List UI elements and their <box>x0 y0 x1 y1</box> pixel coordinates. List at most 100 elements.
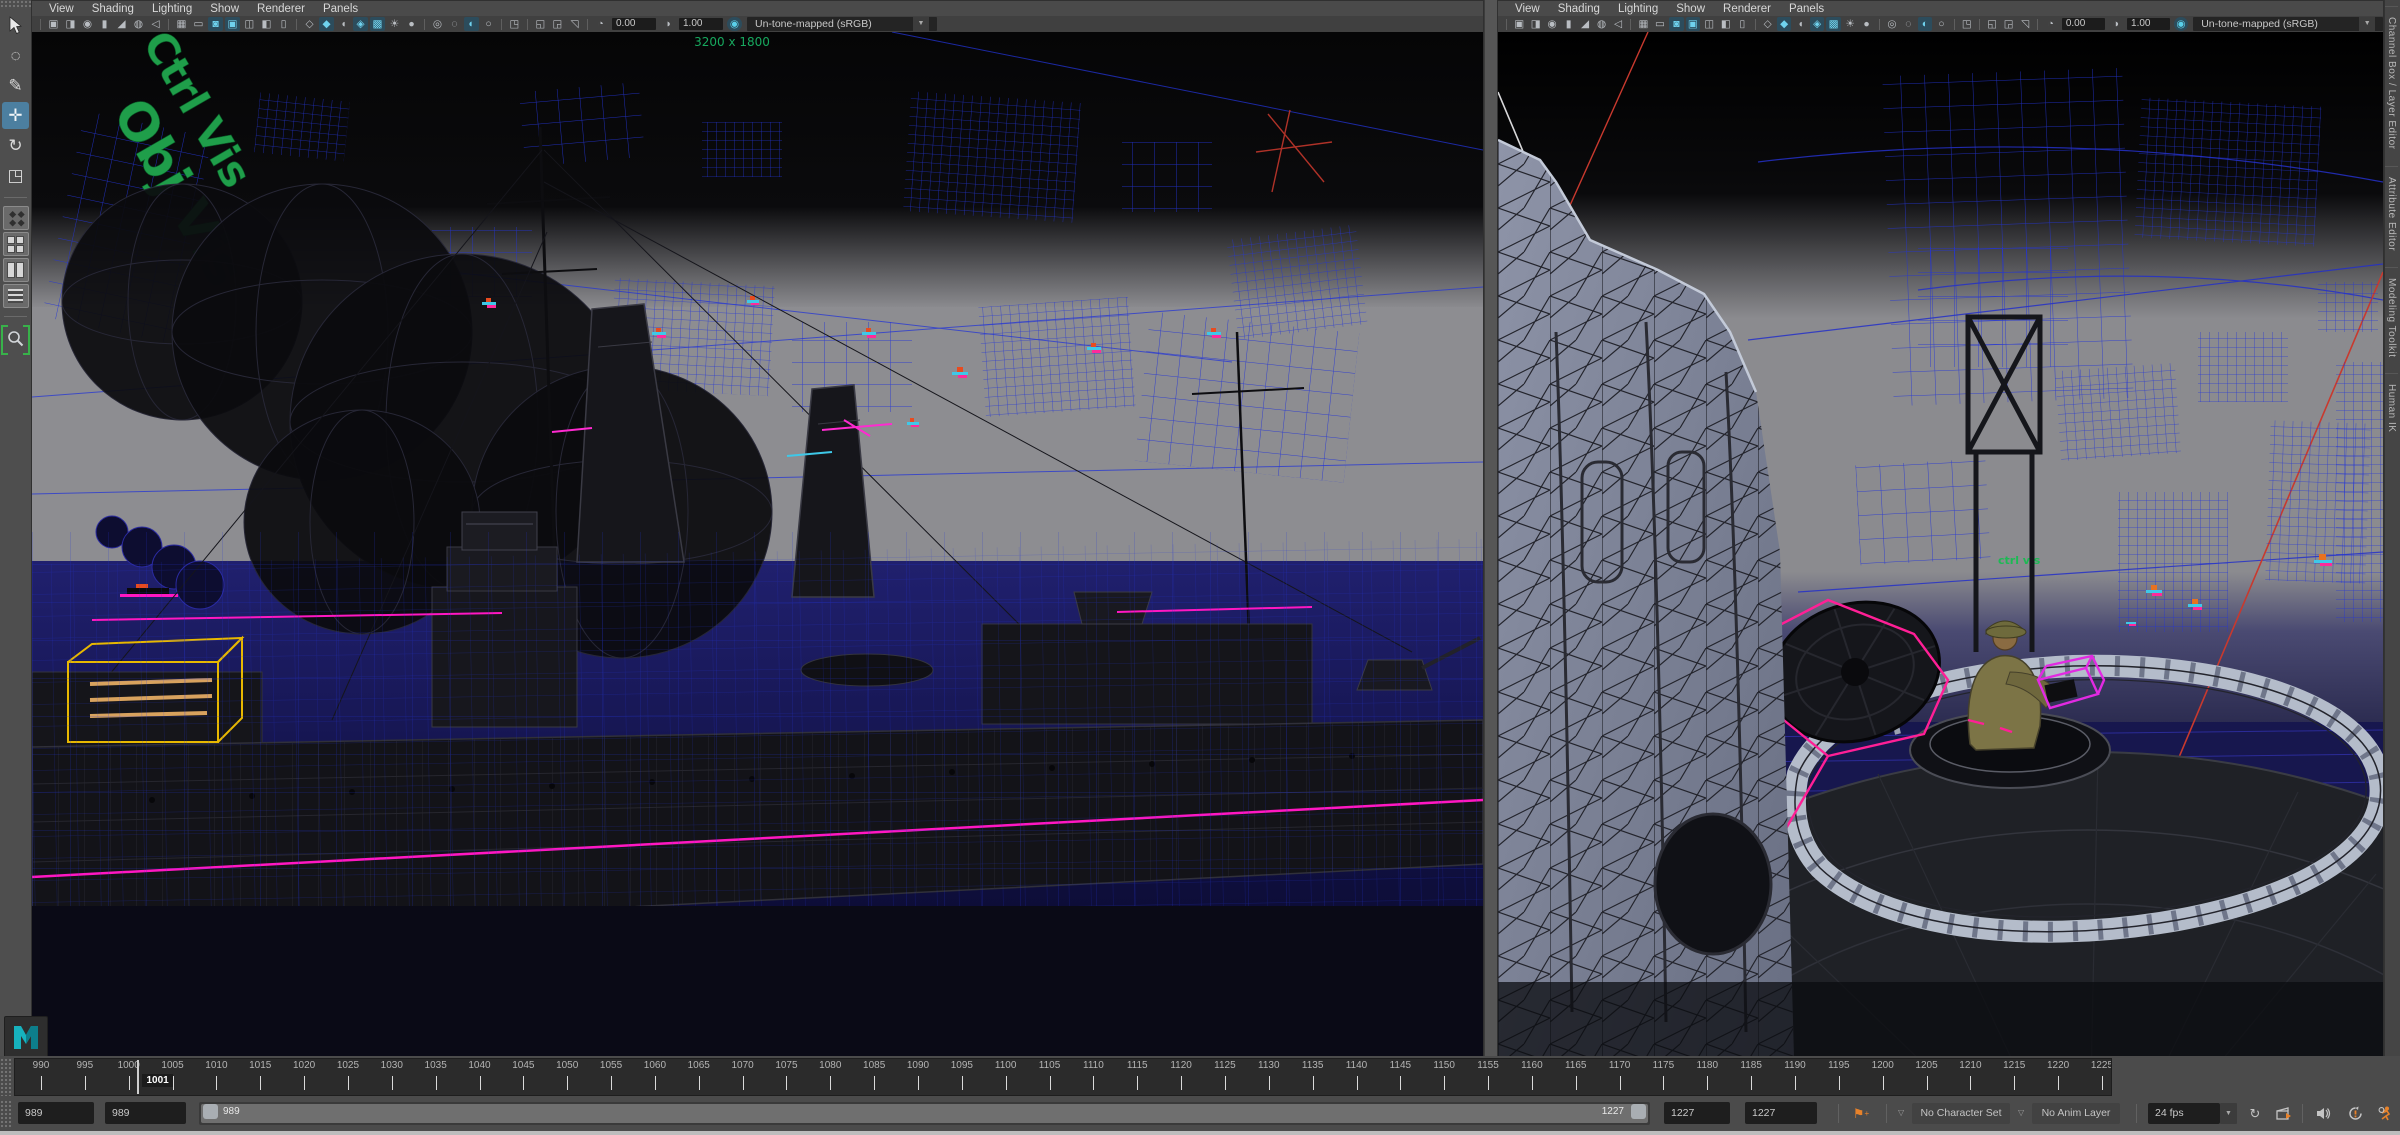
flat-shade-icon[interactable]: ◖ <box>336 17 351 31</box>
tab-channel-box[interactable]: Channel Box / Layer Editor <box>2385 6 2398 160</box>
rotate-tool[interactable]: ↻ <box>2 132 29 159</box>
scale-tool[interactable]: ◳ <box>2 162 29 189</box>
select-tool[interactable] <box>2 12 29 39</box>
character-set-dropdown[interactable]: No Character Set <box>1912 1103 2010 1124</box>
current-time-marker[interactable] <box>137 1060 139 1094</box>
exposure-field[interactable]: 0.00 <box>2062 18 2105 30</box>
shadows-icon[interactable]: ● <box>404 17 419 31</box>
camera-select-icon[interactable]: ◉ <box>80 17 95 31</box>
menu-renderer[interactable]: Renderer <box>1714 3 1780 15</box>
safe-title-icon[interactable]: ▯ <box>276 17 291 31</box>
resolution-gate-icon[interactable]: ◙ <box>208 17 223 31</box>
range-start-handle[interactable] <box>203 1104 218 1119</box>
safe-title-icon[interactable]: ▯ <box>1735 17 1749 31</box>
menu-shading[interactable]: Shading <box>1549 3 1609 15</box>
range-slider[interactable]: 989 1227 <box>199 1102 1650 1125</box>
smooth-shade-icon[interactable]: ◆ <box>1777 17 1791 31</box>
gamma-icon[interactable]: ◑ <box>660 17 675 31</box>
gate-mask-icon[interactable]: ▣ <box>1686 17 1700 31</box>
toolbox-grip[interactable] <box>0 0 31 9</box>
exposure-icon[interactable]: ◔ <box>593 17 608 31</box>
image-plane-icon[interactable]: ◢ <box>1578 17 1592 31</box>
tab-attribute-editor[interactable]: Attribute Editor <box>2385 166 2398 261</box>
tab-human-ik[interactable]: Human IK <box>2385 373 2398 442</box>
image-plane-icon[interactable]: ◢ <box>114 17 129 31</box>
textured-icon[interactable]: ◈ <box>353 17 368 31</box>
view-bookmark-icon[interactable]: ▮ <box>97 17 112 31</box>
menu-show[interactable]: Show <box>201 3 248 15</box>
cached-playback-button[interactable] <box>2344 1102 2366 1125</box>
xray-joints-icon[interactable]: ◲ <box>2001 17 2015 31</box>
ambient-occlusion-icon[interactable]: ◎ <box>1885 17 1899 31</box>
two-pane-layout-button[interactable] <box>3 258 29 282</box>
menu-shading[interactable]: Shading <box>83 3 143 15</box>
tone-map-toggle[interactable]: ◉ <box>727 17 742 31</box>
viewport-left[interactable]: 3200 x 1800 Ctrl Vis Obj Vis <box>32 32 1483 1055</box>
gamma-field[interactable]: 1.00 <box>2127 18 2170 30</box>
move-tool[interactable]: ✛ <box>2 102 29 129</box>
flat-shade-icon[interactable]: ◖ <box>1793 17 1807 31</box>
tone-map-dropdown[interactable]: Un-tone-mapped (sRGB)▼ <box>2193 17 2383 31</box>
film-gate-icon[interactable]: ▭ <box>1653 17 1667 31</box>
wireframe-icon[interactable]: ◇ <box>1760 17 1774 31</box>
gamma-field[interactable]: 1.00 <box>679 18 723 30</box>
camera-lock-icon[interactable]: ◨ <box>63 17 78 31</box>
smooth-shade-icon[interactable]: ◆ <box>319 17 334 31</box>
camera-icon[interactable]: ▣ <box>46 17 61 31</box>
anim-layer-dropdown[interactable]: No Anim Layer <box>2032 1103 2120 1124</box>
camera-lock-icon[interactable]: ◨ <box>1528 17 1542 31</box>
film-gate-icon[interactable]: ▭ <box>191 17 206 31</box>
camera-icon[interactable]: ▣ <box>1512 17 1526 31</box>
depth-of-field-icon[interactable]: ○ <box>481 17 496 31</box>
character-set-menu-caret[interactable]: ▽ <box>1898 1108 1904 1117</box>
textured-icon[interactable]: ◈ <box>1810 17 1824 31</box>
grid-icon[interactable]: ▦ <box>1636 17 1650 31</box>
safe-action-icon[interactable]: ◧ <box>1719 17 1733 31</box>
lighting-icon[interactable]: ☀ <box>1843 17 1857 31</box>
gate-mask-icon[interactable]: ▣ <box>225 17 240 31</box>
tone-map-dropdown[interactable]: Un-tone-mapped (sRGB)▼ <box>747 17 937 31</box>
time-slider-grip[interactable] <box>0 1058 13 1096</box>
depth-of-field-icon[interactable]: ○ <box>1934 17 1948 31</box>
playback-end-field[interactable]: 1227 <box>1664 1102 1730 1124</box>
range-slider-grip[interactable] <box>0 1100 13 1129</box>
exposure-field[interactable]: 0.00 <box>612 18 656 30</box>
menu-lighting[interactable]: Lighting <box>143 3 201 15</box>
mute-audio-button[interactable] <box>2312 1102 2334 1125</box>
anim-layer-menu-caret[interactable]: ▽ <box>2018 1108 2024 1117</box>
isolate-select-icon[interactable]: ◳ <box>1960 17 1974 31</box>
range-slider-active[interactable] <box>201 1104 1648 1123</box>
motion-blur-icon[interactable]: ◌ <box>447 17 462 31</box>
shadows-icon[interactable]: ● <box>1859 17 1873 31</box>
pan-zoom-icon[interactable]: ◍ <box>1594 17 1608 31</box>
animation-end-field[interactable]: 1227 <box>1745 1102 1817 1124</box>
xray-joints-icon[interactable]: ◲ <box>550 17 565 31</box>
auto-keyframe-button[interactable] <box>2374 1102 2396 1125</box>
menu-panels[interactable]: Panels <box>1780 3 1833 15</box>
field-chart-icon[interactable]: ◫ <box>242 17 257 31</box>
menu-show[interactable]: Show <box>1667 3 1714 15</box>
menu-renderer[interactable]: Renderer <box>248 3 314 15</box>
four-pane-layout-button[interactable] <box>3 232 29 256</box>
motion-blur-icon[interactable]: ◌ <box>1901 17 1915 31</box>
gamma-icon[interactable]: ◑ <box>2109 17 2123 31</box>
field-chart-icon[interactable]: ◫ <box>1702 17 1716 31</box>
playback-loop-button[interactable]: ↻ <box>2244 1102 2266 1125</box>
anti-alias-icon[interactable]: ◐ <box>1918 17 1932 31</box>
outliner-pane-layout-button[interactable] <box>3 284 29 308</box>
pick-icon[interactable]: ◁ <box>1611 17 1625 31</box>
bookmark-add-button[interactable]: ⚑+ <box>1850 1102 1872 1125</box>
use-all-lights-icon[interactable]: ▩ <box>1826 17 1840 31</box>
tone-map-toggle[interactable]: ◉ <box>2174 17 2188 31</box>
grid-icon[interactable]: ▦ <box>174 17 189 31</box>
clipping-planes-icon[interactable]: ◹ <box>567 17 582 31</box>
viewport-right[interactable]: ctrl vis <box>1498 32 2383 1055</box>
xray-icon[interactable]: ◱ <box>533 17 548 31</box>
ambient-occlusion-icon[interactable]: ◎ <box>430 17 445 31</box>
animation-start-field[interactable]: 989 <box>18 1102 94 1124</box>
menu-view[interactable]: View <box>1506 3 1549 15</box>
playblast-button[interactable] <box>2272 1102 2294 1125</box>
tab-modeling-toolkit[interactable]: Modeling Toolkit <box>2385 267 2398 368</box>
camera-select-icon[interactable]: ◉ <box>1545 17 1559 31</box>
single-pane-layout-button[interactable] <box>3 206 29 230</box>
